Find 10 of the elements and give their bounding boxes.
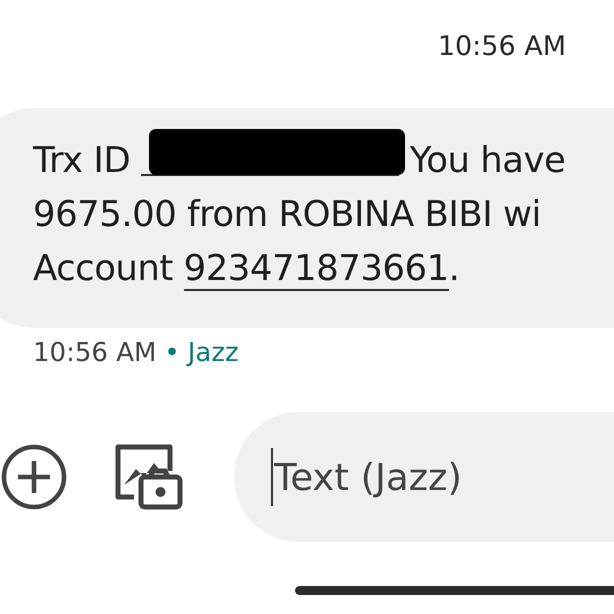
add-button[interactable] <box>0 443 68 511</box>
message-text: Trx ID You have 9675.00 from ROBINA BIBI wi Account 923471873661. <box>33 134 614 296</box>
image-camera-icon <box>114 443 184 511</box>
message-time: 10:56 AM <box>438 30 566 64</box>
sent-time: 10:56 AM <box>33 338 156 368</box>
plus-icon <box>0 443 68 511</box>
link[interactable]: 923471873661 <box>184 248 449 291</box>
gallery-camera-button[interactable] <box>114 443 184 511</box>
sender-name: Jazz <box>188 338 239 368</box>
separator-dot: • <box>164 338 180 368</box>
